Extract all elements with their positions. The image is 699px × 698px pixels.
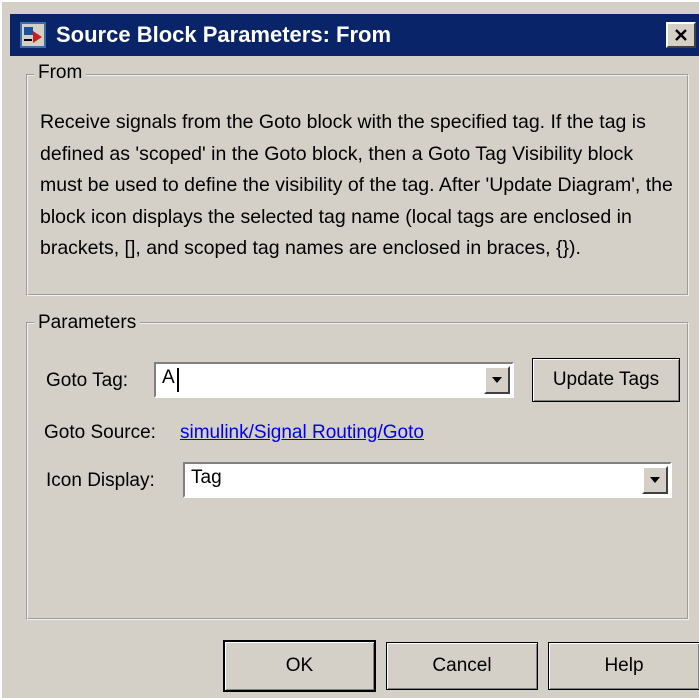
parameters-group-title: Parameters [34, 312, 141, 334]
help-button[interactable]: Help [548, 642, 699, 690]
from-group-title: From [34, 62, 87, 84]
simulink-block-icon [20, 22, 46, 48]
close-button[interactable] [666, 22, 696, 48]
icon-display-value[interactable]: Tag [191, 467, 222, 489]
dropdown-arrow-icon [492, 377, 502, 383]
icon-display-dropdown-button[interactable] [642, 466, 668, 494]
dropdown-arrow-icon [650, 477, 660, 483]
goto-tag-dropdown-button[interactable] [484, 366, 510, 394]
goto-source-link[interactable]: simulink/Signal Routing/Goto [180, 422, 424, 444]
block-description: Receive signals from the Goto block with… [40, 111, 673, 259]
ok-button[interactable]: OK [223, 640, 376, 692]
dialog-window: Source Block Parameters: From From Recei… [0, 0, 699, 698]
icon-display-label: Icon Display: [46, 470, 155, 491]
goto-source-label: Goto Source: [44, 422, 156, 443]
goto-tag-label: Goto Tag: [46, 370, 129, 391]
window-title: Source Block Parameters: From [56, 22, 392, 47]
cancel-button[interactable]: Cancel [386, 642, 538, 690]
text-cursor [177, 368, 179, 392]
goto-tag-combobox[interactable]: A [154, 362, 514, 398]
title-bar[interactable]: Source Block Parameters: From [10, 14, 699, 56]
goto-tag-value[interactable]: A [162, 367, 175, 389]
icon-display-combobox[interactable]: Tag [183, 462, 672, 498]
update-tags-button[interactable]: Update Tags [532, 358, 680, 402]
close-icon [675, 29, 687, 41]
